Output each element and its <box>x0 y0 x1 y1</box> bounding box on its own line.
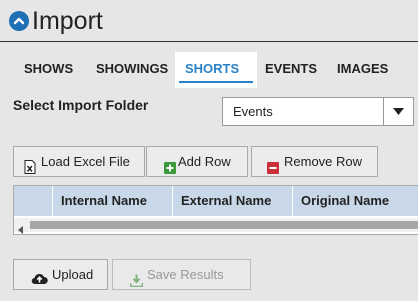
save-results-label: Save Results <box>147 267 224 282</box>
dropdown-caret-icon[interactable] <box>383 98 413 125</box>
grid-header-external-name[interactable]: External Name <box>172 186 292 216</box>
grid-header-blank <box>14 186 52 216</box>
tab-showings[interactable]: SHOWINGS <box>86 52 172 88</box>
upload-label: Upload <box>52 267 94 282</box>
grid-header-internal-name[interactable]: Internal Name <box>52 186 172 216</box>
chevron-up-circle-icon[interactable] <box>9 11 29 31</box>
save-results-button[interactable]: Save Results <box>112 259 251 290</box>
download-icon <box>129 268 144 297</box>
load-excel-label: Load Excel File <box>41 154 130 169</box>
scroll-left-icon[interactable] <box>18 221 23 239</box>
excel-file-icon <box>24 155 36 184</box>
grid-header-original-name[interactable]: Original Name <box>292 186 412 216</box>
import-folder-value: Events <box>233 104 273 119</box>
minus-square-icon <box>267 155 279 184</box>
import-grid: Internal Name External Name Original Nam… <box>13 185 418 235</box>
grid-header: Internal Name External Name Original Nam… <box>14 186 418 216</box>
horizontal-scrollbar[interactable] <box>14 218 418 234</box>
load-excel-button[interactable]: Load Excel File <box>13 146 145 177</box>
remove-row-label: Remove Row <box>284 154 363 169</box>
add-row-label: Add Row <box>178 154 231 169</box>
tab-images[interactable]: IMAGES <box>327 52 397 88</box>
import-folder-select[interactable]: Events <box>222 97 414 126</box>
add-row-button[interactable]: Add Row <box>146 146 248 177</box>
tab-shows[interactable]: SHOWS <box>14 52 80 88</box>
tab-shorts[interactable]: SHORTS <box>175 52 257 88</box>
upload-button[interactable]: Upload <box>13 259 108 290</box>
import-folder-label: Select Import Folder <box>13 97 149 113</box>
page-title: Import <box>32 7 103 35</box>
plus-square-icon <box>164 155 176 184</box>
page-header: Import <box>0 0 418 42</box>
remove-row-button[interactable]: Remove Row <box>251 146 378 177</box>
tab-bar: SHOWS SHOWINGS SHORTS EVENTS IMAGES <box>0 52 418 88</box>
cloud-upload-icon <box>31 267 48 296</box>
tab-events[interactable]: EVENTS <box>255 52 325 88</box>
scrollbar-thumb[interactable] <box>30 221 418 229</box>
